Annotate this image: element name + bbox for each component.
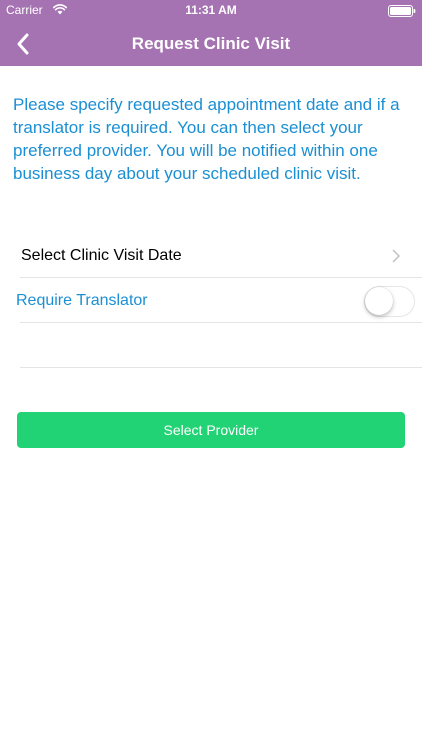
chevron-left-icon: [17, 33, 29, 55]
empty-row: [0, 323, 422, 368]
select-clinic-visit-date-row[interactable]: Select Clinic Visit Date: [0, 233, 422, 278]
require-translator-toggle[interactable]: [364, 286, 415, 317]
select-clinic-visit-date-label: Select Clinic Visit Date: [21, 247, 182, 264]
request-clinic-visit-screen: Carrier 11:31 AM Request Clinic Visit Pl…: [0, 0, 422, 750]
battery-icon: [388, 5, 416, 17]
back-button[interactable]: [6, 26, 40, 62]
status-bar: Carrier 11:31 AM: [0, 0, 422, 22]
nav-bar: Request Clinic Visit: [0, 22, 422, 66]
row-divider: [20, 367, 422, 368]
chevron-right-icon: [392, 249, 400, 263]
require-translator-label: Require Translator: [16, 292, 148, 309]
require-translator-row: Require Translator: [0, 278, 422, 323]
toggle-knob: [365, 287, 393, 315]
select-provider-button[interactable]: Select Provider: [17, 412, 405, 448]
page-title: Request Clinic Visit: [131, 34, 291, 53]
instructions-text: Please specify requested appointment dat…: [13, 95, 400, 183]
status-time: 11:31 AM: [185, 3, 237, 17]
header: Carrier 11:31 AM Request Clinic Visit: [0, 0, 422, 66]
